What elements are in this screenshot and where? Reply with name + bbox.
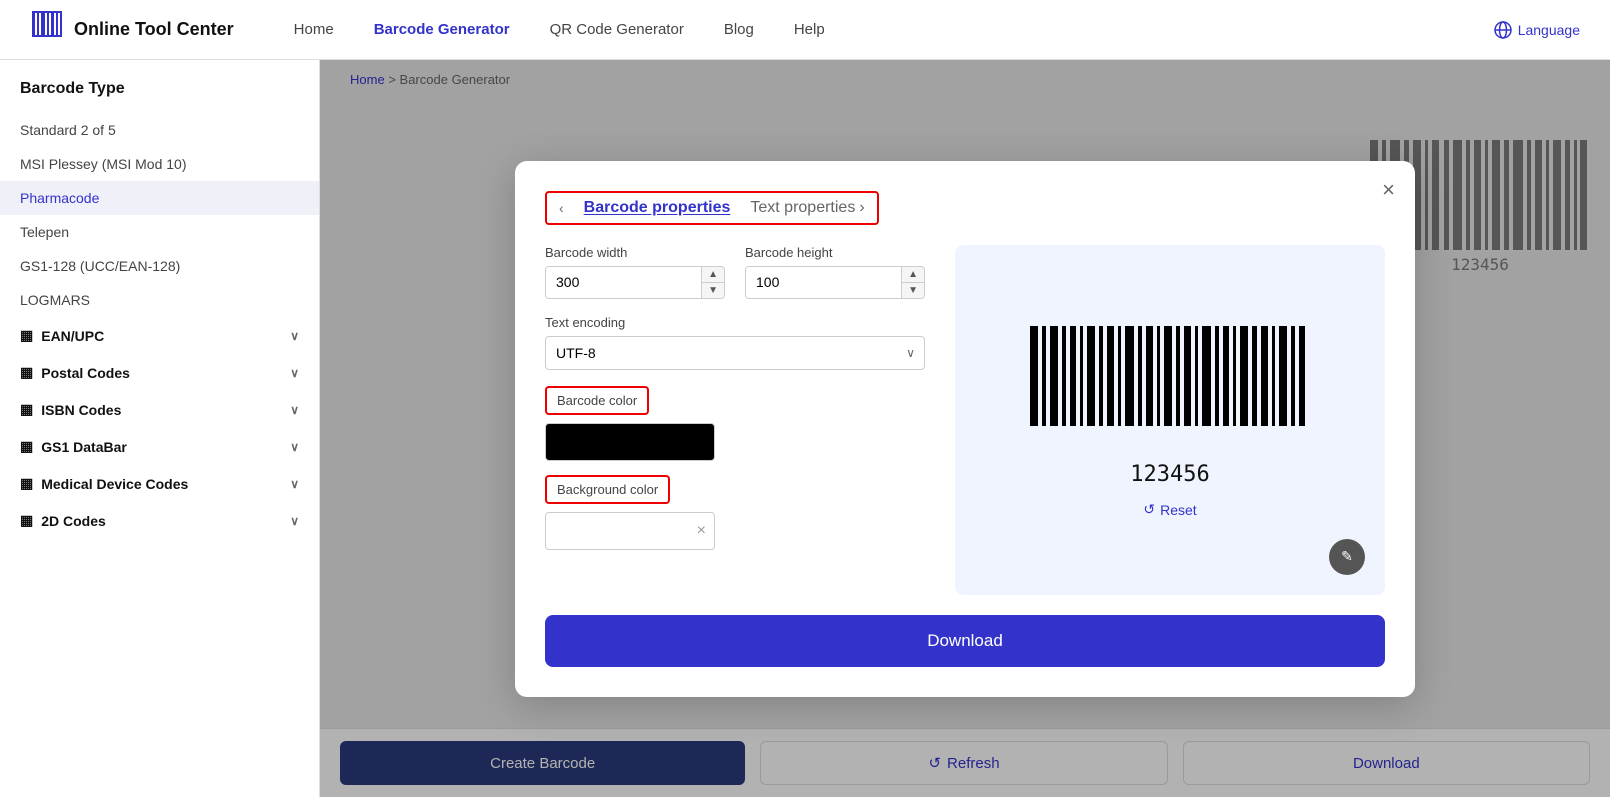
- barcode-svg: [1020, 321, 1320, 451]
- width-decrement-button[interactable]: ▼: [702, 283, 724, 298]
- width-increment-button[interactable]: ▲: [702, 267, 724, 283]
- nav-barcode-generator[interactable]: Barcode Generator: [374, 21, 510, 38]
- logo-icon: [30, 9, 64, 50]
- barcode-icon-isbn: ▦: [20, 401, 33, 418]
- background-color-label: Background color: [545, 475, 670, 504]
- edit-icon: ✎: [1341, 548, 1353, 565]
- height-decrement-button[interactable]: ▼: [902, 283, 924, 298]
- tab-barcode-properties[interactable]: Barcode properties: [584, 199, 731, 217]
- nav-qr-code[interactable]: QR Code Generator: [550, 21, 684, 38]
- modal-download-button[interactable]: Download: [545, 615, 1385, 667]
- edit-button[interactable]: ✎: [1329, 539, 1365, 575]
- chevron-down-icon: ∨: [290, 329, 299, 343]
- content-area: Home > Barcode Generator: [320, 60, 1610, 797]
- text-encoding-select[interactable]: UTF-8 UTF-16 ASCII: [545, 336, 925, 370]
- modal-tabs: ‹ Barcode properties Text properties ›: [545, 191, 879, 225]
- barcode-width-input-spin: ▲ ▼: [545, 266, 725, 299]
- modal-dialog: × ‹ Barcode properties Text properties ›: [515, 161, 1415, 697]
- modal-close-button[interactable]: ×: [1382, 177, 1395, 203]
- sidebar-item-standard25[interactable]: Standard 2 of 5: [0, 113, 319, 147]
- barcode-icon-postal: ▦: [20, 364, 33, 381]
- tab-text-properties[interactable]: Text properties ›: [750, 199, 864, 217]
- main-nav: Home Barcode Generator QR Code Generator…: [294, 21, 1494, 38]
- background-color-swatch[interactable]: ×: [545, 512, 715, 550]
- sidebar-title: Barcode Type: [0, 80, 319, 113]
- barcode-icon-ean: ▦: [20, 327, 33, 344]
- barcode-color-swatch[interactable]: [545, 423, 715, 461]
- header: Online Tool Center Home Barcode Generato…: [0, 0, 1610, 60]
- barcode-color-label: Barcode color: [545, 386, 649, 415]
- tab-right-arrow: ›: [859, 199, 864, 217]
- sidebar-item-logmars[interactable]: LOGMARS: [0, 283, 319, 317]
- barcode-icon-2d: ▦: [20, 512, 33, 529]
- logo-text: Online Tool Center: [74, 19, 234, 40]
- sidebar-group-gs1databar[interactable]: ▦ GS1 DataBar ∨: [0, 428, 319, 465]
- chevron-down-icon-2d: ∨: [290, 514, 299, 528]
- background-color-section: Background color ×: [545, 475, 925, 550]
- modal-left-panel: Barcode width ▲ ▼ Barco: [545, 245, 925, 595]
- modal-right-panel: 123456 ↺ Reset ✎: [955, 245, 1385, 595]
- chevron-down-icon-gs1databar: ∨: [290, 440, 299, 454]
- nav-home[interactable]: Home: [294, 21, 334, 38]
- tab-left-arrow: ‹: [559, 200, 564, 216]
- dimensions-row: Barcode width ▲ ▼ Barco: [545, 245, 925, 299]
- barcode-height-input[interactable]: [746, 267, 901, 298]
- reset-icon: ↺: [1143, 501, 1155, 518]
- barcode-preview: 123456: [1020, 321, 1320, 487]
- chevron-down-icon-postal: ∨: [290, 366, 299, 380]
- barcode-icon-medical: ▦: [20, 475, 33, 492]
- barcode-number: 123456: [1020, 462, 1320, 487]
- height-increment-button[interactable]: ▲: [902, 267, 924, 283]
- sidebar-group-isbn[interactable]: ▦ ISBN Codes ∨: [0, 391, 319, 428]
- language-label: Language: [1518, 22, 1580, 38]
- sidebar-item-telepen[interactable]: Telepen: [0, 215, 319, 249]
- chevron-down-icon-isbn: ∨: [290, 403, 299, 417]
- width-group: Barcode width ▲ ▼: [545, 245, 725, 299]
- barcode-height-label: Barcode height: [745, 245, 925, 260]
- modal-overlay: × ‹ Barcode properties Text properties ›: [320, 60, 1610, 797]
- sidebar-group-ean[interactable]: ▦ EAN/UPC ∨: [0, 317, 319, 354]
- width-spin-buttons: ▲ ▼: [701, 267, 724, 298]
- barcode-height-input-spin: ▲ ▼: [745, 266, 925, 299]
- sidebar-group-postal[interactable]: ▦ Postal Codes ∨: [0, 354, 319, 391]
- text-encoding-select-wrap: UTF-8 UTF-16 ASCII ∨: [545, 336, 925, 370]
- chevron-down-icon-medical: ∨: [290, 477, 299, 491]
- sidebar-item-pharmacode[interactable]: Pharmacode: [0, 181, 319, 215]
- sidebar-item-gs1128[interactable]: GS1-128 (UCC/EAN-128): [0, 249, 319, 283]
- height-group: Barcode height ▲ ▼: [745, 245, 925, 299]
- background-color-clear-button[interactable]: ×: [697, 522, 706, 540]
- barcode-color-section: Barcode color: [545, 386, 925, 461]
- logo-area: Online Tool Center: [30, 9, 234, 50]
- main-layout: Barcode Type Standard 2 of 5 MSI Plessey…: [0, 60, 1610, 797]
- nav-blog[interactable]: Blog: [724, 21, 754, 38]
- sidebar-group-medical[interactable]: ▦ Medical Device Codes ∨: [0, 465, 319, 502]
- barcode-width-input[interactable]: [546, 267, 701, 298]
- height-spin-buttons: ▲ ▼: [901, 267, 924, 298]
- nav-help[interactable]: Help: [794, 21, 825, 38]
- text-encoding-group: Text encoding UTF-8 UTF-16 ASCII ∨: [545, 315, 925, 370]
- language-selector[interactable]: Language: [1494, 21, 1580, 39]
- reset-button[interactable]: ↺ Reset: [1143, 501, 1196, 518]
- barcode-icon-gs1databar: ▦: [20, 438, 33, 455]
- text-encoding-label: Text encoding: [545, 315, 925, 330]
- modal-body: Barcode width ▲ ▼ Barco: [545, 245, 1385, 595]
- sidebar: Barcode Type Standard 2 of 5 MSI Plessey…: [0, 60, 320, 797]
- sidebar-item-msi[interactable]: MSI Plessey (MSI Mod 10): [0, 147, 319, 181]
- globe-icon: [1494, 21, 1512, 39]
- sidebar-group-2d[interactable]: ▦ 2D Codes ∨: [0, 502, 319, 539]
- barcode-width-label: Barcode width: [545, 245, 725, 260]
